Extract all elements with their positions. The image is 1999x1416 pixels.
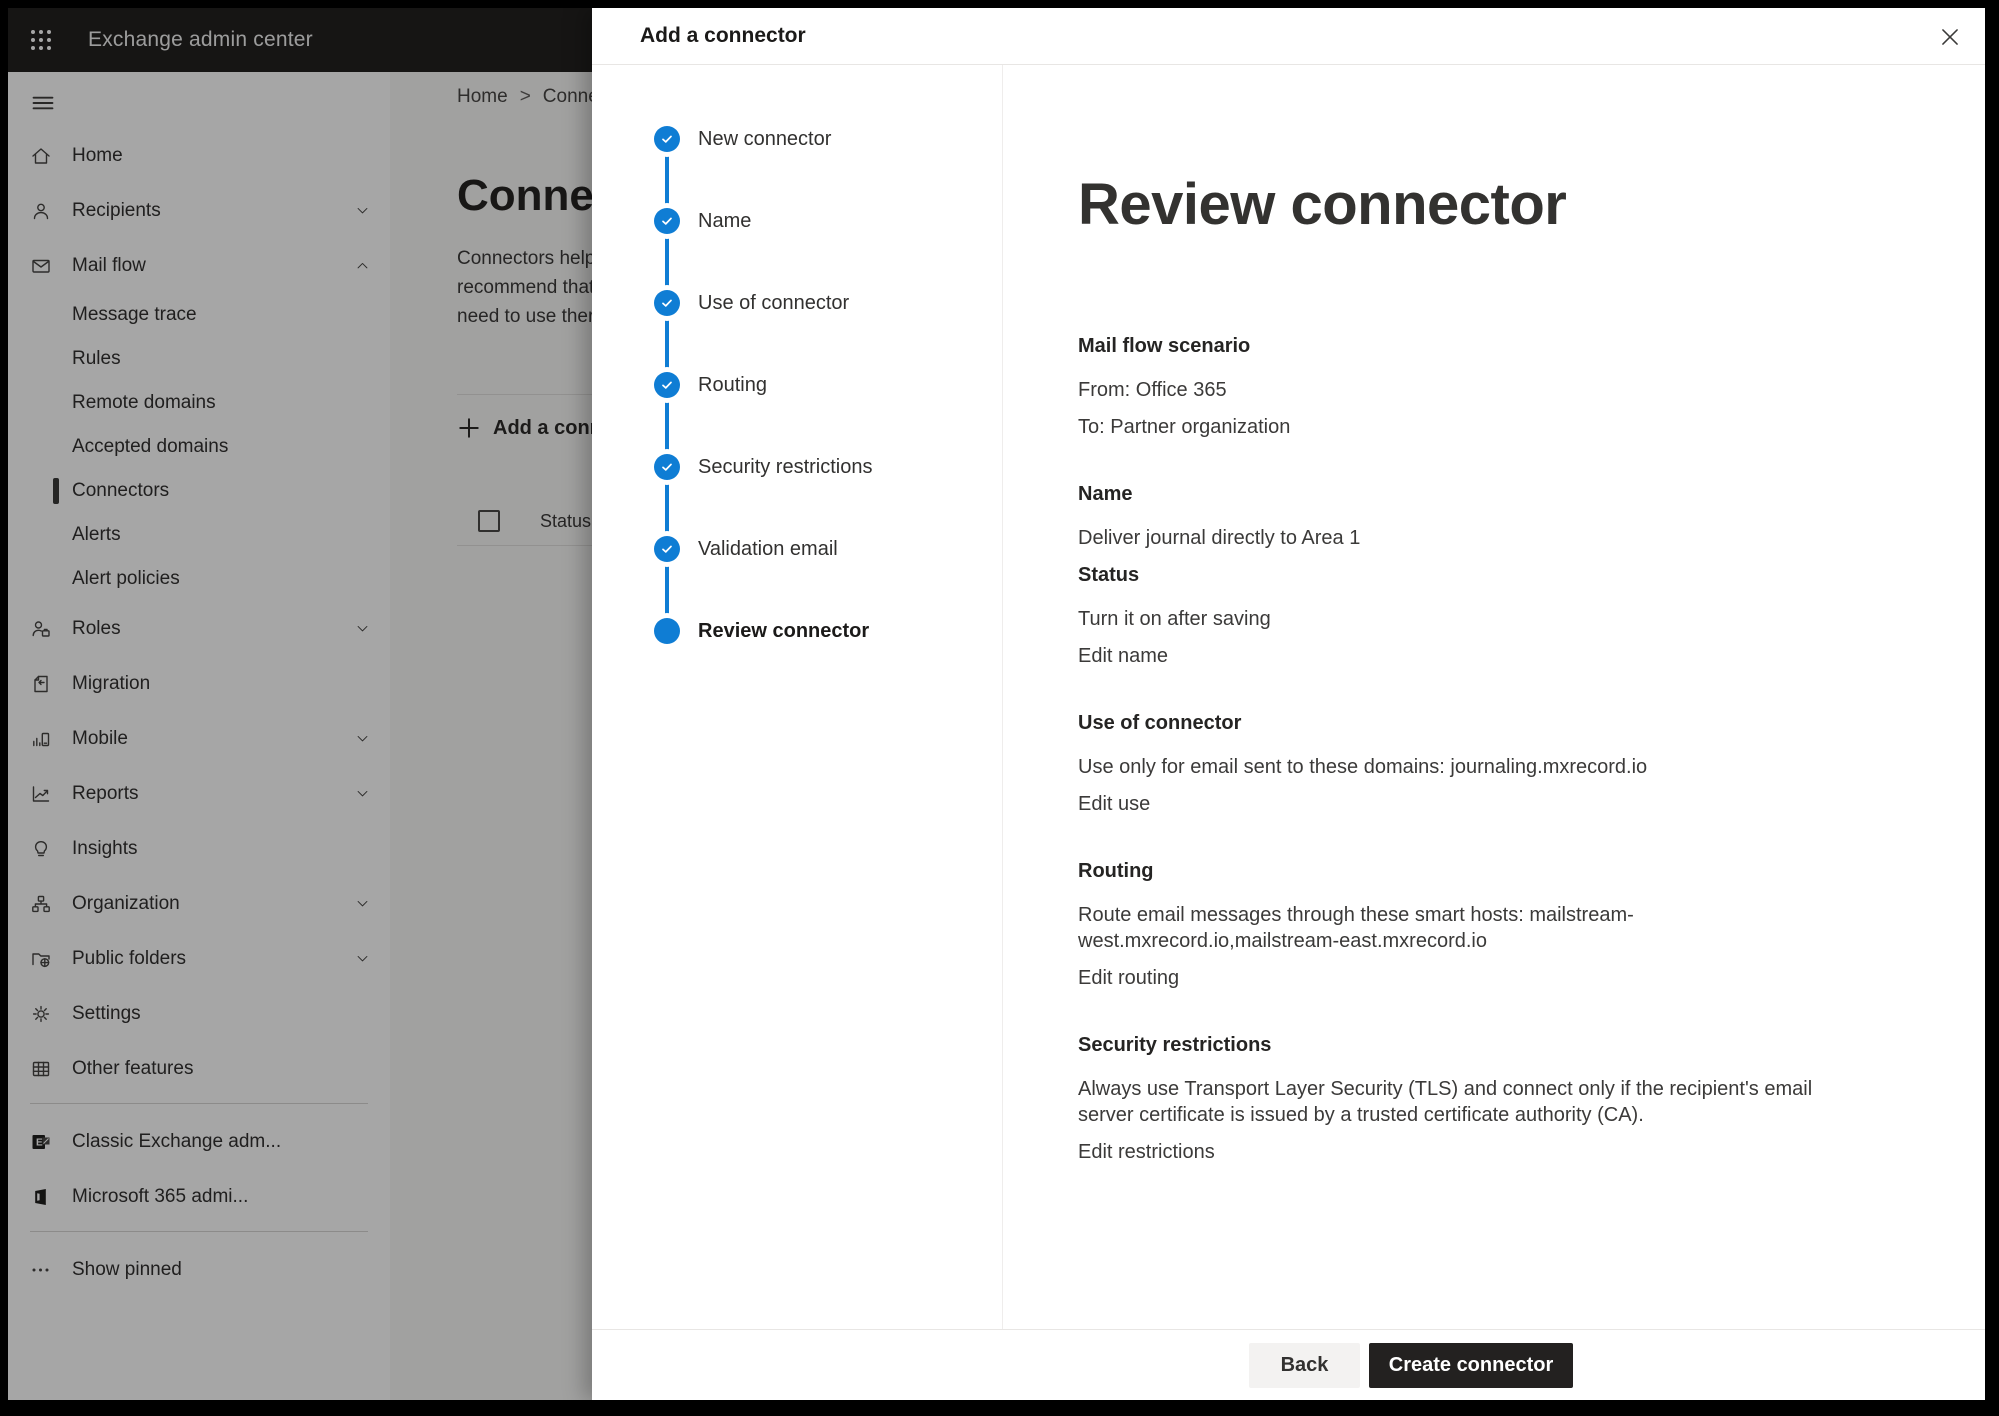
step-use-of-connector[interactable]: Use of connector (592, 262, 1002, 344)
step-security-restrictions[interactable]: Security restrictions (592, 426, 1002, 508)
step-validation-email[interactable]: Validation email (592, 508, 1002, 590)
edit-name-link[interactable]: Edit name (1078, 643, 1873, 669)
step-name[interactable]: Name (592, 180, 1002, 262)
section-text: To: Partner organization (1078, 414, 1873, 440)
modal-header: Add a connector (592, 8, 1985, 65)
review-section-security-restrictions: Security restrictions Always use Transpor… (1078, 1032, 1873, 1165)
review-section-name-and-status: Name Deliver journal directly to Area 1 St… (1078, 481, 1873, 669)
step-complete-check-icon (654, 208, 680, 234)
review-heading: Review connector (1078, 173, 1873, 237)
step-complete-check-icon (654, 372, 680, 398)
step-routing[interactable]: Routing (592, 344, 1002, 426)
step-label: Name (698, 210, 751, 233)
review-section-routing: Routing Route email messages through thes… (1078, 858, 1873, 991)
screen: Exchange admin center HomeRecipientsMail… (8, 8, 1985, 1400)
step-complete-check-icon (654, 454, 680, 480)
step-complete-check-icon (654, 536, 680, 562)
create-connector-button[interactable]: Create connector (1369, 1343, 1573, 1388)
section-heading: Mail flow scenario (1078, 333, 1873, 359)
section-heading: Security restrictions (1078, 1032, 1873, 1058)
back-button[interactable]: Back (1249, 1343, 1360, 1388)
step-new-connector[interactable]: New connector (592, 98, 1002, 180)
section-heading: Routing (1078, 858, 1873, 884)
close-icon[interactable] (1937, 24, 1963, 50)
modal-footer: Back Create connector (592, 1329, 1985, 1400)
review-sections: Mail flow scenario From: Office 365 To: Pa… (1078, 333, 1873, 1165)
step-label: New connector (698, 128, 831, 151)
section-text: Deliver journal directly to Area 1 (1078, 525, 1873, 551)
step-review-connector[interactable]: Review connector (592, 590, 1002, 672)
section-text: Use only for email sent to these domains… (1078, 754, 1873, 780)
step-label: Validation email (698, 538, 838, 561)
edit-routing-link[interactable]: Edit routing (1078, 965, 1873, 991)
section-text: From: Office 365 (1078, 377, 1873, 403)
step-label: Use of connector (698, 292, 849, 315)
step-current-dot (654, 618, 680, 644)
edit-use-link[interactable]: Edit use (1078, 791, 1873, 817)
modal-title: Add a connector (640, 24, 806, 48)
section-text: Turn it on after saving (1078, 606, 1873, 632)
section-heading: Use of connector (1078, 710, 1873, 736)
step-label: Review connector (698, 620, 869, 643)
section-heading: Status (1078, 562, 1873, 588)
review-content: Review connector Mail flow scenario From:… (1003, 65, 1985, 1329)
section-text: Always use Transport Layer Security (TLS… (1078, 1076, 1873, 1128)
add-connector-modal: Add a connector New connector Name Use of … (592, 8, 1985, 1400)
step-complete-check-icon (654, 126, 680, 152)
review-section-mail-flow-scenario: Mail flow scenario From: Office 365 To: Pa… (1078, 333, 1873, 440)
step-complete-check-icon (654, 290, 680, 316)
review-section-use-of-connector: Use of connector Use only for email sent … (1078, 710, 1873, 817)
section-heading: Name (1078, 481, 1873, 507)
wizard-stepper: New connector Name Use of connector Routing… (592, 65, 1003, 1329)
step-label: Routing (698, 374, 767, 397)
section-text: Route email messages through these smart… (1078, 902, 1873, 954)
edit-restrictions-link[interactable]: Edit restrictions (1078, 1139, 1873, 1165)
step-label: Security restrictions (698, 456, 873, 479)
modal-body: New connector Name Use of connector Routing… (592, 65, 1985, 1329)
